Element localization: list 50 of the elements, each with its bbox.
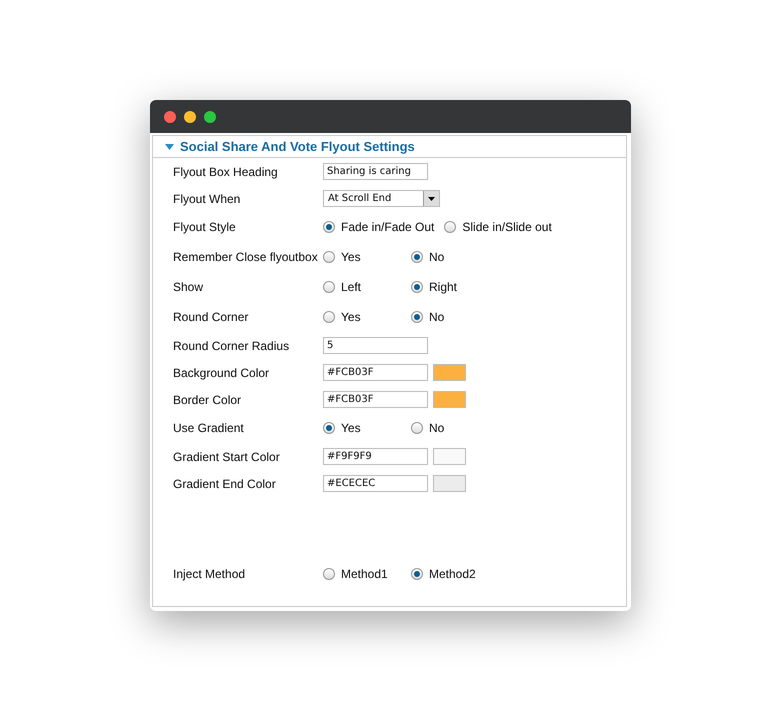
- field-label: Inject Method: [173, 566, 246, 583]
- radio-button[interactable]: [411, 568, 423, 580]
- minimize-button[interactable]: [184, 110, 196, 122]
- field-label: Flyout Style: [173, 219, 237, 236]
- field-label: Flyout Box Heading: [173, 164, 279, 180]
- radio-button[interactable]: [411, 422, 423, 434]
- zoom-button[interactable]: [204, 110, 216, 122]
- field-label: Background Color: [173, 364, 270, 382]
- field-label: Remember Close flyoutbox: [173, 249, 319, 266]
- option-label[interactable]: Yes: [341, 419, 361, 437]
- field-label: Round Corner Radius: [173, 338, 290, 354]
- option-label[interactable]: Yes: [341, 308, 361, 326]
- radio-button[interactable]: [323, 422, 335, 434]
- text-field[interactable]: #F9F9F9: [323, 448, 428, 465]
- dropdown[interactable]: At Scroll End: [323, 190, 440, 207]
- option-label[interactable]: Slide in/Slide out: [462, 218, 552, 236]
- field-label: Use Gradient: [173, 420, 245, 437]
- radio-button[interactable]: [323, 311, 335, 323]
- text-field[interactable]: Sharing is caring: [323, 163, 428, 180]
- collapse-icon[interactable]: [165, 144, 174, 150]
- option-label[interactable]: Right: [429, 278, 458, 296]
- radio-button[interactable]: [323, 251, 335, 263]
- panel-title: Social Share And Vote Flyout Settings: [180, 138, 415, 156]
- option-label[interactable]: No: [429, 248, 444, 266]
- close-button[interactable]: [164, 110, 176, 122]
- radio-button[interactable]: [411, 251, 423, 263]
- radio-button[interactable]: [323, 281, 335, 293]
- text-field[interactable]: 5: [323, 337, 428, 354]
- radio-button[interactable]: [444, 221, 456, 233]
- option-label[interactable]: No: [429, 308, 444, 326]
- text-field[interactable]: #ECECEC: [323, 475, 428, 492]
- field-label: Flyout When: [173, 190, 242, 208]
- option-label[interactable]: No: [429, 419, 444, 437]
- radio-button[interactable]: [411, 281, 423, 293]
- caret-icon: [428, 196, 435, 200]
- radio-button[interactable]: [323, 568, 335, 580]
- field-label: Border Color: [173, 392, 242, 408]
- radio-button[interactable]: [323, 221, 335, 233]
- option-label[interactable]: Yes: [341, 248, 361, 266]
- radio-button[interactable]: [411, 311, 423, 323]
- text-field[interactable]: #FCB03F: [323, 364, 428, 381]
- field-label: Show: [173, 279, 204, 296]
- option-label[interactable]: Left: [341, 278, 362, 296]
- option-label[interactable]: Method2: [429, 565, 476, 583]
- field-label: Gradient Start Color: [173, 448, 281, 466]
- text-field[interactable]: #FCB03F: [323, 391, 428, 408]
- field-label: Round Corner: [173, 309, 250, 326]
- field-label: Gradient End Color: [173, 476, 277, 492]
- option-label[interactable]: Method1: [341, 565, 388, 583]
- option-label[interactable]: Fade in/Fade Out: [341, 218, 434, 236]
